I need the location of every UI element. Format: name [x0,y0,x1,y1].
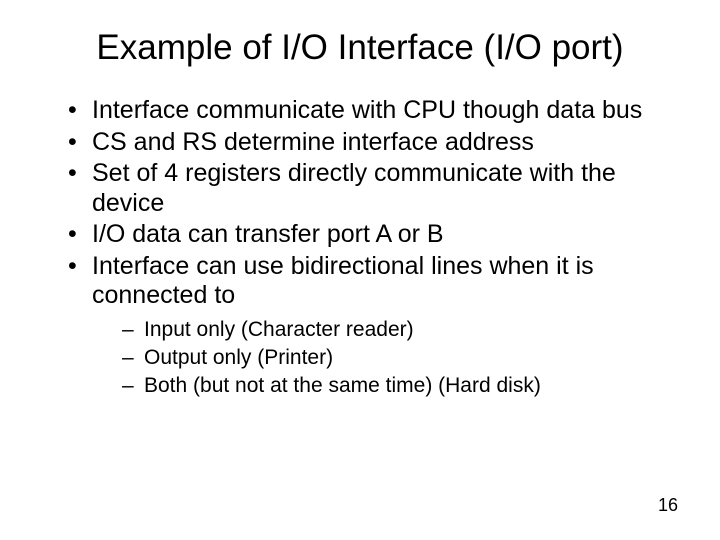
list-item: Input only (Character reader) [122,317,680,343]
list-item: Output only (Printer) [122,345,680,371]
list-item-text: I/O data can transfer port A or B [92,220,444,248]
list-item-text: Input only (Character reader) [144,318,414,341]
page-number: 16 [658,495,678,516]
slide: Example of I/O Interface (I/O port) Inte… [0,0,720,540]
list-item-text: Output only (Printer) [144,346,333,369]
list-item: Interface communicate with CPU though da… [68,96,680,126]
list-item-text: Both (but not at the same time) (Hard di… [144,374,541,397]
sub-bullet-list: Input only (Character reader) Output onl… [92,317,680,400]
bullet-list: Interface communicate with CPU though da… [40,96,680,399]
list-item: Both (but not at the same time) (Hard di… [122,373,680,399]
slide-title: Example of I/O Interface (I/O port) [40,28,680,68]
list-item-text: CS and RS determine interface address [92,128,534,156]
list-item: Set of 4 registers directly communicate … [68,159,680,218]
list-item-text: Set of 4 registers directly communicate … [92,159,616,217]
list-item: I/O data can transfer port A or B [68,220,680,250]
list-item-text: Interface communicate with CPU though da… [92,96,642,124]
list-item: CS and RS determine interface address [68,128,680,158]
list-item: Interface can use bidirectional lines wh… [68,252,680,400]
list-item-text: Interface can use bidirectional lines wh… [92,252,594,310]
